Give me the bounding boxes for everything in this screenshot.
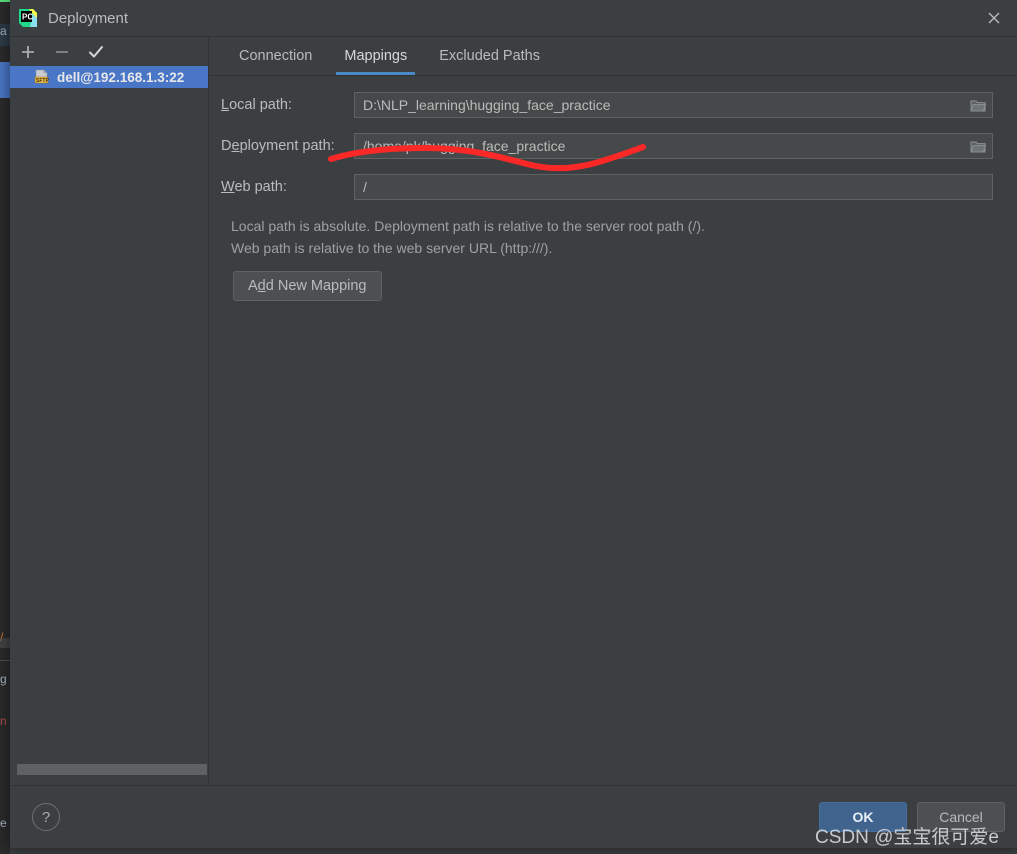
minus-icon [54,44,70,60]
local-path-browse-button[interactable] [965,94,991,118]
servers-toolbar [10,37,208,66]
close-button[interactable] [971,0,1017,36]
web-path-mnemonic: W [221,179,235,195]
add-new-mapping-mnemonic: d [257,278,266,294]
dialog-titlebar: PC Deployment [10,0,1017,36]
close-icon [986,10,1002,26]
help-button[interactable]: ? [32,803,60,831]
sftp-server-icon: SFTP [34,69,50,85]
servers-tree-scrollbar-thumb[interactable] [17,764,207,775]
local-path-value: D:\NLP_learning\hugging_face_practice [363,97,611,113]
ide-left-code-fragment-2: g [0,672,10,690]
local-path-row: Local path: D:\NLP_learning\hugging_face… [221,92,993,118]
deployment-path-label-prefix: D [221,138,232,154]
server-settings-panel: Connection Mappings Excluded Paths Local… [209,37,1017,785]
ide-left-selected-row [0,62,10,98]
servers-tree: SFTP dell@192.168.1.3:22 [10,66,208,785]
tab-excluded-paths-label: Excluded Paths [439,48,540,64]
ide-left-divider-1 [0,660,10,661]
local-path-label-suffix: ocal path: [229,97,292,113]
ide-left-code-label-3: n [0,714,7,728]
deployment-path-value: /home/pk/hugging_face_practice [363,138,566,154]
folder-icon [970,99,986,113]
dialog-title: Deployment [48,9,129,27]
deployment-path-browse-button[interactable] [965,135,991,159]
servers-panel: SFTP dell@192.168.1.3:22 [10,37,209,785]
web-path-input[interactable]: / [354,174,993,200]
ide-left-code-fragment-4: e [0,816,10,834]
tab-connection-label: Connection [239,48,313,64]
ide-left-tab-fragment: a [0,24,10,46]
ok-button[interactable]: OK [819,802,907,832]
dialog-footer: ? OK Cancel [10,785,1017,848]
tab-connection[interactable]: Connection [223,37,328,75]
deployment-path-mnemonic: e [231,138,240,154]
deployment-path-input[interactable]: /home/pk/hugging_face_practice [354,133,993,159]
mappings-hint-line-1: Local path is absolute. Deployment path … [231,218,705,234]
tab-mappings[interactable]: Mappings [328,37,423,75]
pycharm-icon: PC [18,8,38,28]
web-path-label: Web path: [221,179,354,195]
ide-left-code-fragment-3: n [0,714,10,732]
tree-item-label: dell@192.168.1.3:22 [57,69,185,85]
check-icon [87,43,105,61]
folder-icon [970,140,986,154]
deployment-path-row: Deployment path: /home/pk/hugging_face_p… [221,133,993,159]
cancel-button-label: Cancel [939,809,983,825]
svg-text:PC: PC [22,13,33,22]
mappings-hint-line-2: Web path is relative to the web server U… [231,240,553,256]
add-server-button[interactable] [16,40,40,64]
dialog-body: SFTP dell@192.168.1.3:22 Connection Mapp… [10,36,1017,785]
remove-server-button[interactable] [50,40,74,64]
web-path-label-suffix: eb path: [234,179,287,195]
deployment-path-label-suffix: ployment path: [239,138,335,154]
ide-left-tab-label: a [0,24,7,38]
svg-text:SFTP: SFTP [36,78,49,84]
add-new-mapping-suffix: d New Mapping [265,278,367,294]
web-path-value: / [363,179,367,195]
question-mark-icon: ? [41,808,51,826]
local-path-mnemonic: L [221,97,230,113]
settings-tabs: Connection Mappings Excluded Paths [209,37,1017,76]
local-path-label: Local path: [221,97,354,113]
cancel-button[interactable]: Cancel [917,802,1005,832]
ide-left-code-label-2: g [0,672,7,686]
local-path-input[interactable]: D:\NLP_learning\hugging_face_practice [354,92,993,118]
add-new-mapping-button[interactable]: Add New Mapping [233,271,382,301]
servers-tree-scrollbar [10,763,208,777]
ide-left-scroll-thumb[interactable] [0,638,10,648]
web-path-row: Web path: / [221,174,993,200]
deployment-dialog: PC Deployment SFTP dell@192.168.1.3:22 C… [10,0,1017,848]
ide-left-code-label-4: e [0,816,7,830]
deployment-path-label: Deployment path: [221,138,354,154]
add-new-mapping-prefix: A [248,278,258,294]
ok-button-label: OK [852,809,874,825]
tab-excluded-paths[interactable]: Excluded Paths [423,37,556,75]
mappings-form: Local path: D:\NLP_learning\hugging_face… [209,76,1017,785]
ide-left-accent [0,0,10,2]
plus-icon [20,44,36,60]
set-default-server-button[interactable] [84,40,108,64]
tab-mappings-label: Mappings [344,48,408,64]
tree-item-sftp-server[interactable]: SFTP dell@192.168.1.3:22 [10,66,208,88]
